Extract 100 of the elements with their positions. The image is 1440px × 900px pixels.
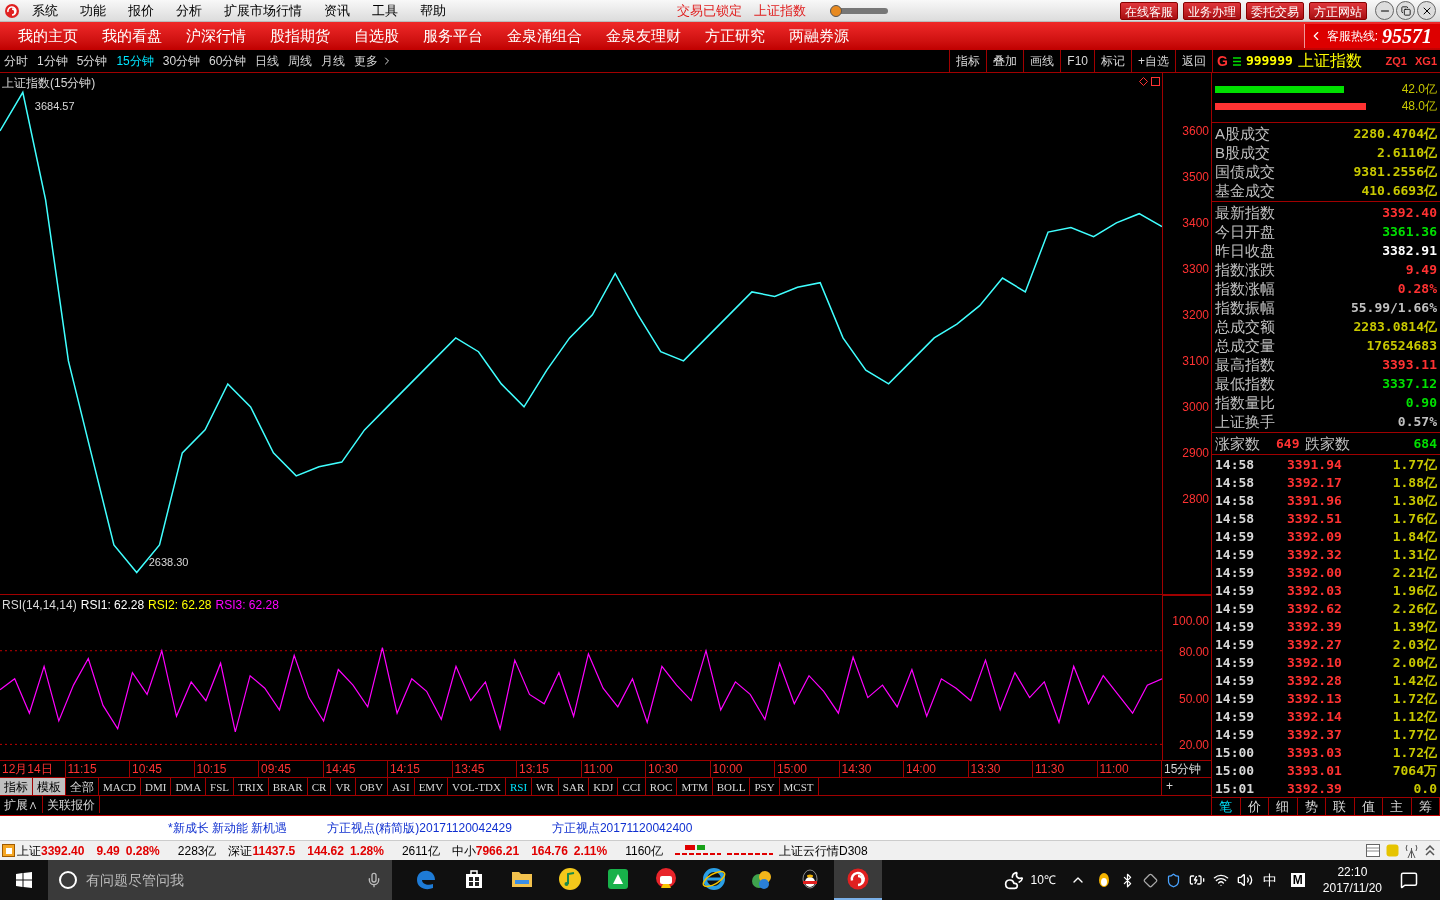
nav-item[interactable]: 我的看盘 <box>102 24 162 48</box>
indicator-tab[interactable]: CR <box>307 778 332 795</box>
speaker-icon[interactable] <box>1236 872 1253 888</box>
period-tab[interactable]: 15分钟 <box>116 52 154 70</box>
restore-button[interactable] <box>1396 1 1415 20</box>
indicator-tab[interactable]: CCI <box>618 778 646 795</box>
indicator-tab[interactable]: VOL-TDX <box>448 778 506 795</box>
news-link[interactable]: 方正视点20171120042400 <box>551 819 693 837</box>
close-button[interactable] <box>1417 1 1436 20</box>
chart-tool-button[interactable]: 叠加 <box>986 50 1024 72</box>
wifi-icon[interactable] <box>1212 872 1229 888</box>
indicator-tab[interactable]: 模板 <box>33 778 66 795</box>
indicator-tab[interactable]: 全部 <box>66 778 99 795</box>
indicator-tab[interactable]: DMI <box>141 778 172 795</box>
zoom-slider[interactable] <box>829 4 890 17</box>
period-tab[interactable]: 30分钟 <box>162 52 201 70</box>
menu-item[interactable]: 资讯 <box>324 0 350 21</box>
clock-date[interactable]: 2017/11/20 <box>1322 880 1382 896</box>
chart-tool-button[interactable]: +自选 <box>1131 50 1175 72</box>
header-button[interactable]: 方正网站 <box>1309 1 1367 20</box>
indicator-tab[interactable]: BOLL <box>712 778 751 795</box>
menu-item[interactable]: 功能 <box>80 0 106 21</box>
nav-item[interactable]: 方正研究 <box>705 24 765 48</box>
chart-tool-button[interactable]: 指标 <box>949 50 987 72</box>
news-link[interactable]: 方正视点(精简版)20171120042429 <box>327 819 512 837</box>
input-mode[interactable]: M <box>1290 873 1305 887</box>
chart-tool-button[interactable]: 画线 <box>1023 50 1061 72</box>
time-axis-label: 11:15 <box>64 761 129 777</box>
header-button[interactable]: 在线客服 <box>1120 1 1178 20</box>
diamond-icon[interactable] <box>1142 872 1158 888</box>
period-label: 15分钟 <box>1161 761 1211 777</box>
chart-tool-button[interactable]: 返回 <box>1175 50 1212 72</box>
nav-item[interactable]: 股指期货 <box>270 24 330 48</box>
index-name: 上证指数 <box>1297 51 1362 71</box>
indicator-tab[interactable]: VR <box>331 778 356 795</box>
stat-value: 55.99/1.66% <box>1350 301 1437 314</box>
indicator-tab[interactable]: MCST <box>779 778 819 795</box>
menu-item[interactable]: 系统 <box>32 0 58 21</box>
period-tab[interactable]: 1分钟 <box>37 52 68 70</box>
taskbar-app[interactable] <box>834 860 882 900</box>
stat-value: 3361.36 <box>1382 225 1437 238</box>
notification-icon[interactable] <box>1400 871 1418 889</box>
minimize-button[interactable] <box>1375 1 1394 20</box>
indicator-tab[interactable]: SAR <box>558 778 590 795</box>
indicator-tab[interactable]: KDJ <box>589 778 619 795</box>
indicator-tab[interactable]: MTM <box>677 778 713 795</box>
indicator-tab[interactable]: ROC <box>645 778 678 795</box>
tick-price: 3391.96 <box>1287 493 1342 507</box>
input-method[interactable]: 中 <box>1262 869 1277 891</box>
period-tab[interactable]: 60分钟 <box>209 52 247 70</box>
period-tab[interactable]: 分时 <box>4 52 28 70</box>
menu-item[interactable]: 工具 <box>372 0 398 21</box>
period-tab[interactable]: 5分钟 <box>76 52 108 70</box>
nav-item[interactable]: 服务平台 <box>423 24 483 48</box>
menu-item[interactable]: 报价 <box>128 0 154 21</box>
indicator-tab[interactable]: TRIX <box>234 778 269 795</box>
header-button[interactable]: 业务办理 <box>1183 1 1241 20</box>
header-button[interactable]: 委托交易 <box>1246 1 1304 20</box>
search-box[interactable]: 有问题尽管问我 <box>48 860 392 900</box>
indicator-tab[interactable]: EMV <box>414 778 449 795</box>
tick-price: 3392.62 <box>1287 601 1342 615</box>
period-tab[interactable]: 月线 <box>321 52 346 70</box>
extension-tab[interactable]: 关联报价 <box>43 796 100 813</box>
time-axis-label: 14:30 <box>838 761 903 777</box>
tick-time: 14:59 <box>1215 637 1256 651</box>
menu-item[interactable]: 分析 <box>176 0 202 21</box>
period-tab[interactable]: 日线 <box>255 52 280 70</box>
nav-item[interactable]: 金泉涌组合 <box>507 24 582 48</box>
extension-tab[interactable]: 扩展∧ <box>0 796 43 813</box>
time-axis-label: 10:15 <box>193 761 258 777</box>
nav-item[interactable]: 自选股 <box>354 24 399 48</box>
menu-item[interactable]: 扩展市场行情 <box>224 0 302 21</box>
chart-tool-button[interactable]: 标记 <box>1094 50 1131 72</box>
slider-thumb[interactable] <box>829 4 842 17</box>
decliners-count: 684 <box>1413 437 1437 450</box>
indicator-tab[interactable]: 指标 <box>0 778 33 795</box>
indicator-tab[interactable]: DMA <box>171 778 207 795</box>
y-axis-label: 20.00 <box>1178 739 1209 752</box>
chart-tool-button[interactable]: F10 <box>1060 50 1094 72</box>
clock-time[interactable]: 22:10 <box>1337 864 1368 880</box>
battery-icon[interactable] <box>1188 872 1205 888</box>
search-field[interactable]: 有问题尽管问我 <box>86 869 358 891</box>
news-link[interactable]: *新成长 新动能 新机遇 <box>168 819 288 837</box>
period-tab[interactable]: 周线 <box>288 52 313 70</box>
expand-sign[interactable]: + <box>1161 778 1211 795</box>
nav-item[interactable]: 我的主页 <box>18 24 78 48</box>
nav-item[interactable]: 沪深行情 <box>186 24 246 48</box>
indicator-tab[interactable]: OBV <box>355 778 388 795</box>
indicator-tab[interactable]: FSL <box>206 778 235 795</box>
indicator-tab[interactable]: PSY <box>750 778 780 795</box>
nav-item[interactable]: 两融券源 <box>789 24 849 48</box>
indicator-tab[interactable]: BRAR <box>268 778 308 795</box>
indicator-tab[interactable]: RSI <box>505 778 533 795</box>
indicator-tab[interactable]: WR <box>532 778 559 795</box>
nav-item[interactable]: 金泉友理财 <box>606 24 681 48</box>
indicator-tab[interactable]: ASI <box>387 778 415 795</box>
shield-icon[interactable] <box>1165 872 1181 888</box>
period-tab[interactable]: 更多 <box>354 52 379 70</box>
indicator-tab[interactable]: MACD <box>99 778 141 795</box>
menu-item[interactable]: 帮助 <box>420 0 446 21</box>
